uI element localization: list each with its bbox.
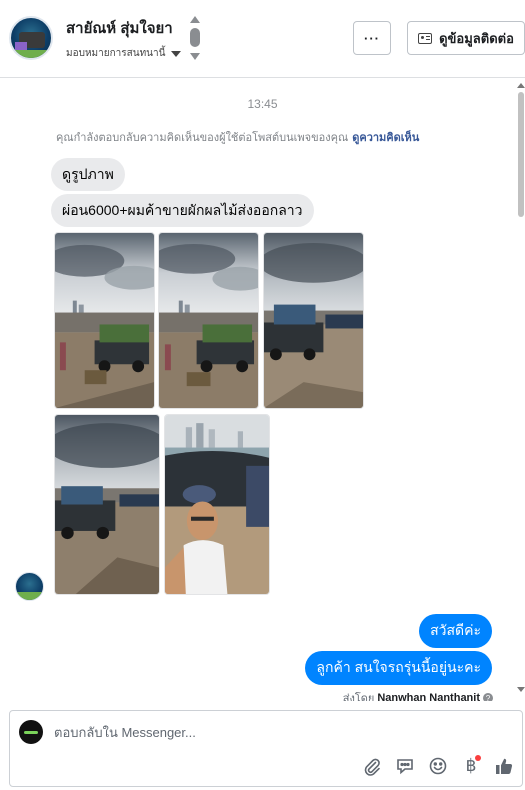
notice-text: คุณกำลังตอบกลับความคิดเห็นของผู้ใช้ต่อโพ… — [56, 132, 349, 144]
arrow-down-icon[interactable] — [190, 53, 200, 60]
view-contact-info-label: ดูข้อมูลติดต่อ — [439, 30, 514, 46]
paperclip-icon[interactable] — [362, 756, 382, 776]
composer-toolbar: ฿ — [362, 755, 514, 776]
incoming-message: ผ่อน6000+ผมค้าขายผักผลไม้ส่งออกลาว — [51, 194, 314, 227]
baht-payment-icon[interactable]: ฿ — [461, 755, 481, 776]
view-contact-info-button[interactable]: ดูข้อมูลติดต่อ — [407, 21, 525, 55]
outgoing-message: ลูกค้า สนใจรถรุ่นนี้อยู่นะคะ — [305, 651, 492, 685]
conversation-header: สายัณห์ สุ่มใจยา มอบหมายการสนทนานี้ ··· … — [0, 0, 525, 78]
assign-label: มอบหมายการสนทนานี้ — [66, 48, 166, 59]
riverbank-truck-photo-4[interactable] — [54, 414, 160, 595]
riverbank-truck-photo-2[interactable] — [158, 232, 259, 409]
message-timestamp: 13:45 — [247, 97, 278, 111]
view-comment-link[interactable]: ดูความคิดเห็น — [352, 132, 419, 144]
saved-reply-icon[interactable] — [395, 756, 415, 776]
scroll-up-icon[interactable] — [517, 83, 525, 88]
contact-card-icon — [418, 32, 433, 44]
contact-avatar-small[interactable] — [15, 572, 44, 601]
assign-conversation-dropdown[interactable]: มอบหมายการสนทนานี้ — [66, 46, 182, 61]
sent-by-label: ส่งโดย Nanwhan Nanthanit ? — [343, 689, 493, 701]
message-thread[interactable]: 13:45 คุณกำลังตอบกลับความคิดเห็นของผู้ใช… — [0, 79, 525, 701]
page-avatar — [19, 720, 43, 744]
help-icon[interactable]: ? — [483, 693, 493, 701]
switch-handle-icon — [190, 28, 200, 47]
thread-scrollbar[interactable] — [517, 80, 525, 692]
sender-name: Nanwhan Nanthanit — [377, 692, 480, 701]
contact-avatar[interactable] — [9, 16, 53, 60]
riverbank-truck-photo-3[interactable] — [263, 232, 364, 409]
thumbs-up-icon[interactable] — [494, 756, 514, 776]
sent-by-prefix: ส่งโดย — [342, 693, 375, 701]
comment-reply-notice: คุณกำลังตอบกลับความคิดเห็นของผู้ใช้ต่อโพ… — [56, 128, 419, 146]
outgoing-message: สวัสดีค่ะ — [419, 614, 492, 648]
scrollbar-thumb[interactable] — [518, 92, 524, 217]
more-options-button[interactable]: ··· — [353, 21, 391, 55]
selfie-photo[interactable] — [164, 414, 270, 595]
caret-down-icon — [171, 50, 182, 57]
riverbank-truck-photo-1[interactable] — [54, 232, 155, 409]
incoming-message: ดูรูปภาพ — [51, 158, 125, 191]
emoji-icon[interactable] — [428, 756, 448, 776]
reply-input[interactable] — [54, 723, 354, 741]
ellipsis-icon: ··· — [364, 30, 380, 46]
scroll-down-icon[interactable] — [517, 687, 525, 692]
reply-composer: ฿ — [9, 710, 523, 787]
notification-dot — [475, 755, 481, 761]
arrow-up-icon[interactable] — [190, 16, 200, 23]
contact-name[interactable]: สายัณห์ สุ่มใจยา — [66, 16, 173, 40]
conversation-switcher[interactable] — [189, 16, 201, 62]
